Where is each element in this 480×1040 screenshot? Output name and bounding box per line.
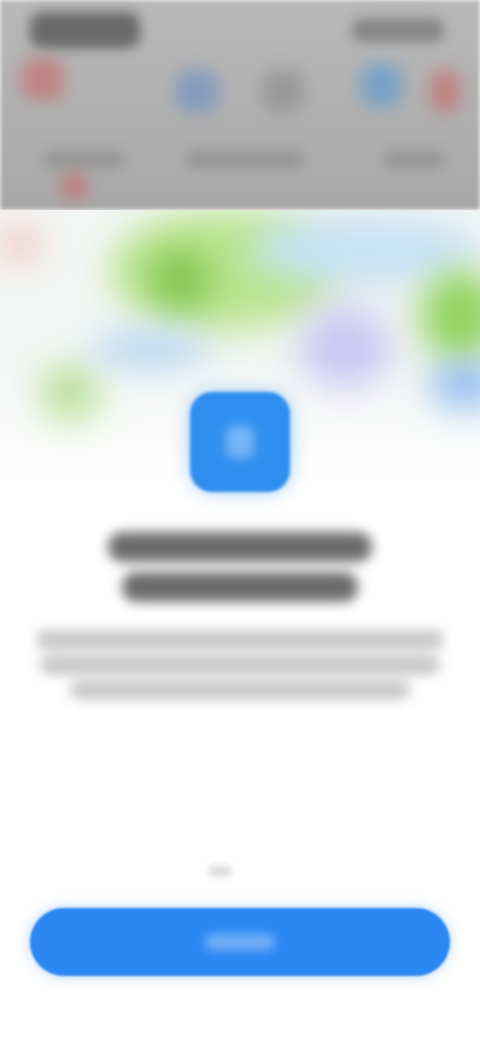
continue-button-label: [205, 934, 275, 950]
onboarding-description-line-3: [70, 680, 410, 700]
red-pin-icon[interactable]: [22, 58, 64, 100]
blue-app-icon[interactable]: [176, 70, 218, 112]
onboarding-description-line-2: [40, 655, 440, 675]
chrome-label-2: [186, 150, 304, 168]
map-park-area-3: [420, 270, 480, 360]
grey-app-icon[interactable]: [262, 70, 304, 112]
chrome-label-3: [384, 150, 444, 168]
screen: [0, 0, 480, 1040]
map-pin-red: [0, 230, 40, 260]
app-glyph-icon: [226, 426, 254, 458]
continue-button[interactable]: [30, 908, 450, 976]
onboarding-title-line-1: [108, 532, 372, 562]
status-bar-time: [30, 12, 140, 48]
blue-app-icon-2[interactable]: [360, 64, 402, 106]
page-indicator: [208, 866, 232, 876]
red-app-icon[interactable]: [430, 70, 460, 112]
red-dot-icon: [60, 172, 88, 200]
onboarding-title-line-2: [122, 572, 358, 602]
location-app-icon: [190, 392, 290, 492]
map-park-area-2: [150, 250, 210, 310]
onboarding-description-line-1: [36, 630, 444, 650]
status-bar-indicators: [352, 18, 444, 42]
chrome-label-1: [44, 150, 124, 168]
